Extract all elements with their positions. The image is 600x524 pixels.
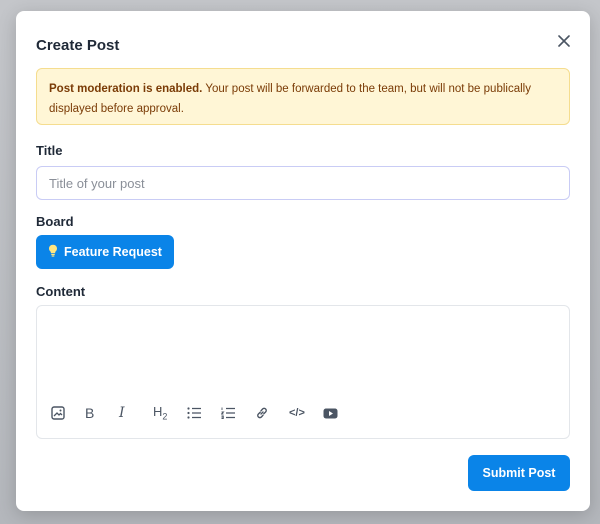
lightbulb-icon xyxy=(48,244,58,260)
content-editor[interactable]: B I H2 </> xyxy=(36,305,570,439)
board-value: Feature Request xyxy=(64,245,162,259)
heading-sub: 2 xyxy=(162,411,168,422)
youtube-icon xyxy=(323,408,338,419)
title-label: Title xyxy=(36,143,63,158)
heading-glyph: H xyxy=(153,404,163,420)
code-icon: </> xyxy=(289,407,305,419)
heading-button[interactable]: H2 xyxy=(153,402,187,424)
italic-icon: I xyxy=(119,405,125,421)
bold-icon: B xyxy=(85,405,95,421)
bullet-list-button[interactable] xyxy=(187,402,221,424)
board-label: Board xyxy=(36,214,74,229)
link-button[interactable] xyxy=(255,402,289,424)
italic-button[interactable]: I xyxy=(119,402,153,424)
alert-bold-text: Post moderation is enabled. xyxy=(49,83,203,95)
heading2-icon: H2 xyxy=(153,404,167,422)
close-button[interactable] xyxy=(554,33,574,53)
moderation-alert: Post moderation is enabled. Your post wi… xyxy=(36,68,570,125)
submit-post-button[interactable]: Submit Post xyxy=(468,455,570,491)
create-post-modal: Create Post Post moderation is enabled. … xyxy=(16,11,590,511)
close-icon xyxy=(558,34,570,52)
bullet-list-icon xyxy=(187,407,202,419)
board-select-button[interactable]: Feature Request xyxy=(36,235,174,269)
youtube-button[interactable] xyxy=(323,402,357,424)
link-icon xyxy=(255,406,269,420)
image-button[interactable] xyxy=(51,402,85,424)
content-label: Content xyxy=(36,284,86,299)
numbered-list-button[interactable] xyxy=(221,402,255,424)
editor-toolbar: B I H2 </> xyxy=(51,402,357,424)
title-input[interactable] xyxy=(36,166,570,200)
modal-title: Create Post xyxy=(36,37,120,54)
numbered-list-icon xyxy=(221,407,236,419)
image-icon xyxy=(51,406,65,420)
code-button[interactable]: </> xyxy=(289,402,323,424)
bold-button[interactable]: B xyxy=(85,402,119,424)
